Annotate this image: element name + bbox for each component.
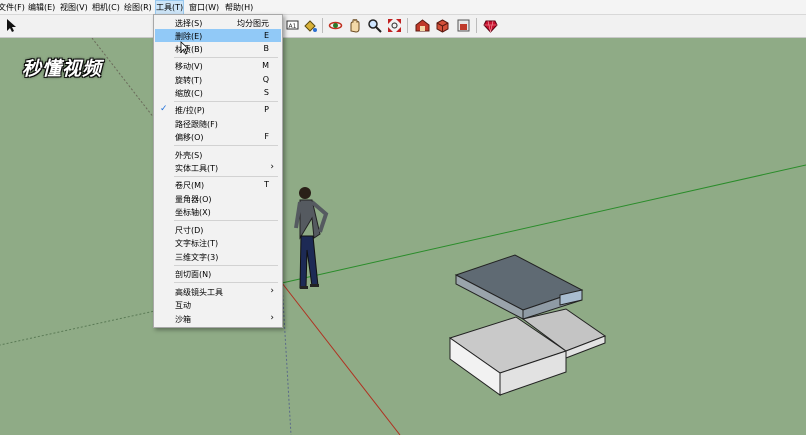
menu-item-follow-me[interactable]: 路径跟随(F) — [155, 117, 281, 130]
menu-item-axes[interactable]: 坐标轴(X) — [155, 205, 281, 218]
tools-menu-dropdown: 选择(S) 均分图元 删除(E) E 材质(B) B 移动(V) M 旋转(T)… — [153, 14, 283, 328]
menu-item-select[interactable]: 选择(S) 均分图元 — [155, 16, 281, 29]
menu-edit[interactable]: 编辑(E) — [28, 2, 55, 13]
menu-separator — [174, 57, 278, 58]
select-arrow-icon[interactable] — [2, 17, 19, 34]
extension-ruby-icon[interactable] — [482, 17, 499, 34]
submenu-arrow-icon: › — [270, 162, 274, 172]
menu-item-scale[interactable]: 缩放(C) S — [155, 86, 281, 99]
menu-item-paint[interactable]: 材质(B) B — [155, 42, 281, 55]
zoom-icon[interactable] — [366, 17, 383, 34]
toolbar-separator — [407, 18, 408, 33]
menu-item-interact[interactable]: 互动 — [155, 298, 281, 311]
orbit-icon[interactable] — [327, 17, 344, 34]
menu-separator — [174, 282, 278, 283]
svg-text:A1: A1 — [289, 23, 297, 30]
menu-window[interactable]: 窗口(W) — [189, 2, 219, 13]
menu-item-protractor[interactable]: 量角器(O) — [155, 192, 281, 205]
red-axis-line — [281, 282, 401, 435]
menu-item-solid-tools[interactable]: 实体工具(T) › — [155, 161, 281, 174]
menu-item-tape-measure[interactable]: 卷尺(M) T — [155, 178, 281, 191]
menu-item-rotate[interactable]: 旋转(T) Q — [155, 73, 281, 86]
paint-bucket-icon[interactable] — [302, 17, 319, 34]
submenu-arrow-icon: › — [270, 286, 274, 296]
warehouse-icon[interactable] — [414, 17, 431, 34]
menu-separator — [174, 145, 278, 146]
menu-item-move[interactable]: 移动(V) M — [155, 59, 281, 72]
menu-file[interactable]: 文件(F) — [0, 2, 25, 13]
check-mark-icon: ✓ — [160, 104, 168, 114]
menu-separator — [174, 220, 278, 221]
components-icon[interactable] — [434, 17, 451, 34]
model-viewport[interactable]: 秒懂视频 — [0, 38, 806, 435]
menu-item-text[interactable]: 文字标注(T) — [155, 236, 281, 249]
blue-axis-dashed — [281, 282, 292, 435]
mouse-cursor-icon — [180, 41, 190, 55]
menu-item-offset[interactable]: 偏移(O) F — [155, 130, 281, 143]
toolbar-separator — [322, 18, 323, 33]
menu-item-3d-text[interactable]: 三维文字(3) — [155, 250, 281, 263]
share-model-icon[interactable] — [455, 17, 472, 34]
menu-view[interactable]: 视图(V) — [60, 2, 88, 13]
menu-item-erase[interactable]: 删除(E) E — [155, 29, 281, 42]
menu-item-push-pull[interactable]: ✓ 推/拉(P) P — [155, 103, 281, 116]
submenu-arrow-icon: › — [270, 313, 274, 323]
menu-draw[interactable]: 绘图(R) — [124, 2, 152, 13]
menu-separator — [174, 265, 278, 266]
green-axis-line — [281, 164, 806, 284]
text-label-icon[interactable]: A1 — [284, 17, 301, 34]
toolbar: A1 — [0, 15, 806, 38]
zoom-extents-icon[interactable] — [386, 17, 403, 34]
menu-item-sandbox[interactable]: 沙箱 › — [155, 312, 281, 325]
menu-item-outer-shell[interactable]: 外壳(S) — [155, 148, 281, 161]
menu-item-section-plane[interactable]: 剖切面(N) — [155, 267, 281, 280]
menu-tools[interactable]: 工具(T) — [154, 0, 185, 15]
toolbar-separator — [476, 18, 477, 33]
watermark-logo: 秒懂视频 — [22, 58, 103, 80]
menu-separator — [174, 101, 278, 102]
menu-bar: 文件(F) 编辑(E) 视图(V) 相机(C) 绘图(R) 工具(T) 窗口(W… — [0, 0, 806, 15]
menu-help[interactable]: 帮助(H) — [225, 2, 253, 13]
pan-icon[interactable] — [346, 17, 363, 34]
menu-item-advanced-camera-tools[interactable]: 高级镜头工具 › — [155, 285, 281, 298]
menu-separator — [174, 176, 278, 177]
menu-item-dimensions[interactable]: 尺寸(D) — [155, 223, 281, 236]
menu-camera[interactable]: 相机(C) — [92, 2, 120, 13]
